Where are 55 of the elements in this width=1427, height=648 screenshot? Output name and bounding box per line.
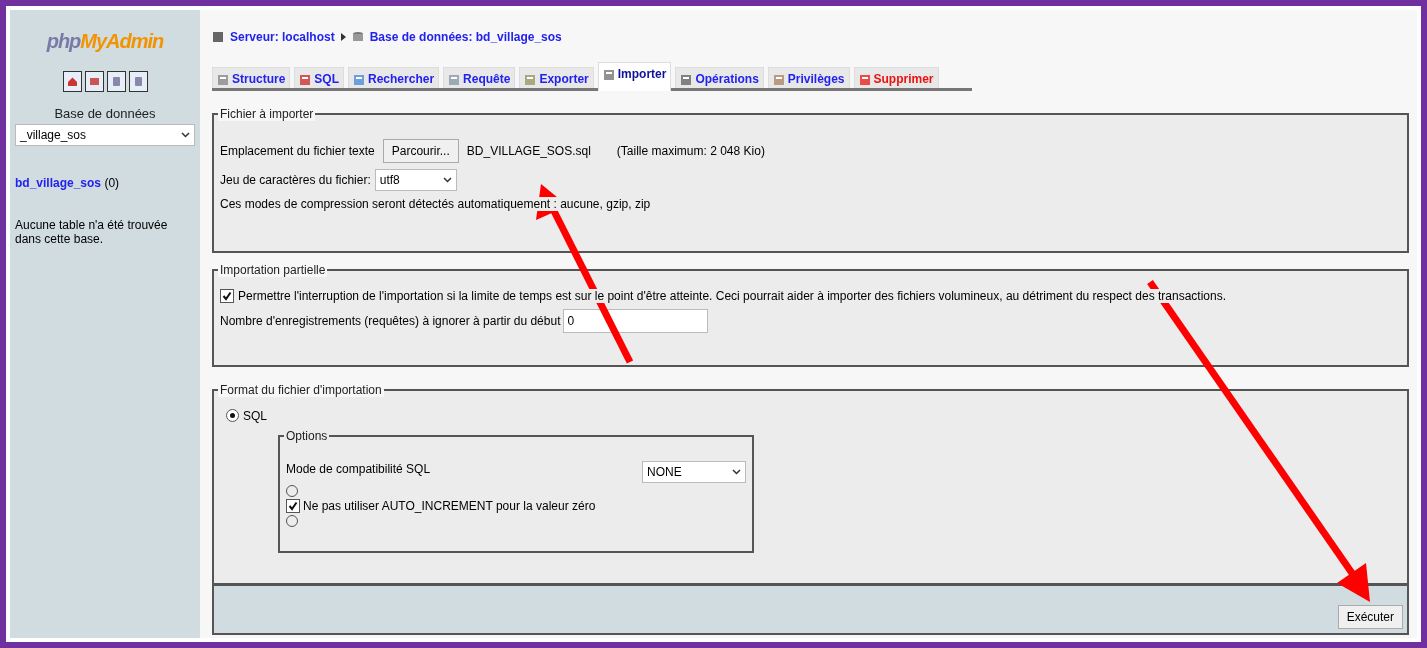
tab-icon [299,72,312,86]
chevron-down-icon [442,177,452,183]
tab[interactable]: Opérations [675,67,764,88]
field-label: Jeu de caractères du fichier: [220,173,371,187]
checkbox-label: Permettre l'interruption de l'importation si la limite de temps est sur le point d'être atteinte. Ceci pourrait aider à importer des fichiers volumineux, au détriment du respect des transactions. [238,289,1226,303]
tab[interactable]: SQL [294,67,344,88]
execute-button[interactable]: Exécuter [1337,605,1403,629]
document-icon[interactable] [128,71,148,92]
radio-label: SQL [243,409,267,423]
tab[interactable]: Importer [597,62,672,91]
tab-icon [772,72,785,86]
size-note: (Taille maximum: 2 048 Kio) [616,144,765,158]
empty-message: Aucune table n'a été trouvée dans cette base. [15,218,169,246]
table-count: (0) [104,176,120,190]
compression-note: Ces modes de compression seront détectés automatiquement : aucune, gzip, zip [220,197,651,211]
section-legend: Options [284,429,330,443]
tab[interactable]: Structure [212,67,291,88]
field-label: Mode de compatibilité SQL [286,462,431,476]
logo: phpMyAdmin [46,30,164,53]
chevron-down-icon [181,132,190,138]
tab-icon [524,72,537,86]
section-legend: Format du fichier d'importation [218,383,384,397]
section-legend: Importation partielle [218,263,328,277]
compatibility-select[interactable]: NONE [642,461,746,483]
checkbox-label: Ne pas utiliser AUTO_INCREMENT pour la valeur zéro [303,499,596,513]
field-label: Emplacement du fichier texte [220,144,375,158]
skip-count-field[interactable]: 0 [563,309,709,333]
database-select[interactable]: _village_sos [15,124,195,146]
tab-icon [602,67,615,81]
tab[interactable]: Supprimer [853,67,939,88]
breadcrumb-link[interactable]: Base de données: bd_village_sos [369,30,562,44]
checkbox[interactable] [286,499,300,513]
breadcrumb-link[interactable]: Serveur: localhost [230,30,335,44]
tab[interactable]: Requête [443,67,516,88]
browse-button[interactable]: Parcourir... [382,139,459,163]
tab[interactable]: Privilèges [767,67,850,88]
tab-icon [353,72,365,86]
tab-icon [858,72,871,86]
tab[interactable]: Exporter [519,67,594,88]
database-link[interactable]: bd_village_sos [15,176,102,190]
checkbox[interactable] [220,289,234,303]
field-label: Nombre d'enregistrements (requêtes) à ignorer à partir du début [220,314,561,328]
tab[interactable]: Rechercher [348,67,440,88]
home-icon[interactable] [62,71,82,92]
tab-icon [217,72,229,86]
database-label: Base de données [54,106,156,121]
document-icon[interactable] [106,71,126,92]
radio-button[interactable] [226,409,239,422]
tab-icon [680,72,693,86]
chevron-down-icon [732,469,741,475]
arrow-right-icon [340,33,346,41]
section-legend: Fichier à importer [218,107,316,121]
charset-select[interactable]: utf8 [374,169,457,191]
tab-icon [448,72,461,86]
file-name: BD_VILLAGE_SOS.sql [466,144,591,158]
